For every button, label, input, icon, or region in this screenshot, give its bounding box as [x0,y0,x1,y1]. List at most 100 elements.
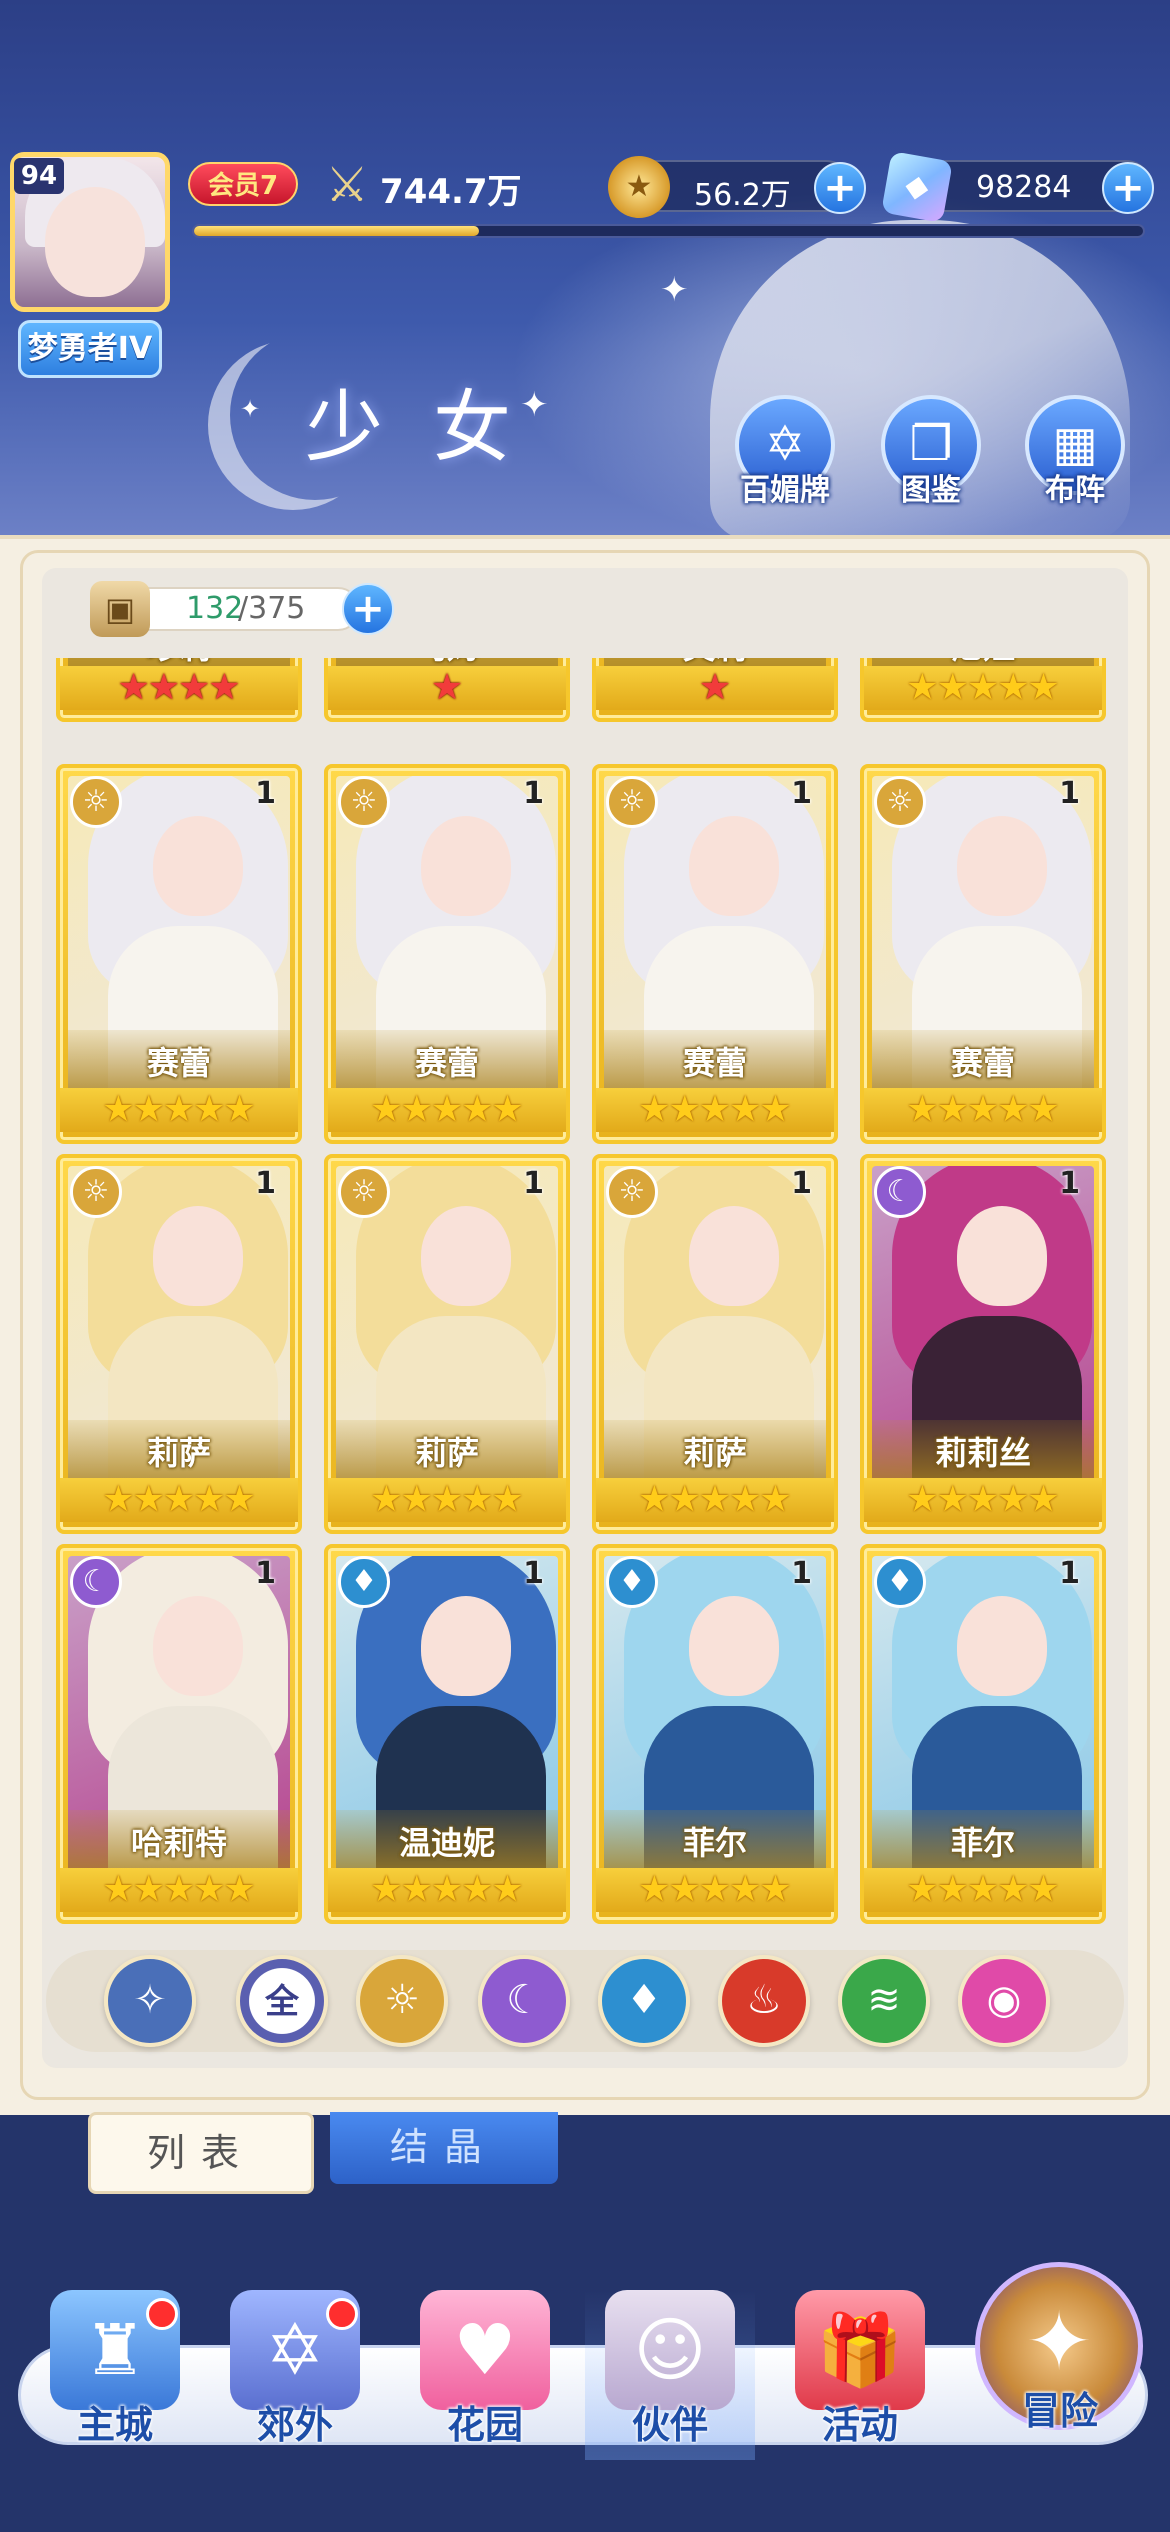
special-filter-filter-button[interactable]: ✧ [104,1955,196,2047]
dark-element-icon: ☾ [874,1166,926,1218]
card-stars: ★★★★★ [864,1088,1102,1132]
star-icon: ★ [193,1479,226,1520]
water-element-icon: ♦ [626,1977,662,2023]
character-card[interactable]: ☾ 1 哈莉特 ★★★★★ [56,1544,302,1924]
menu-card-deck-label: 百媚牌 [740,473,830,508]
menu-card-deck-button[interactable]: ✡ 百媚牌 [730,395,840,509]
nav-item-2[interactable]: ♥ 花园 [400,2290,570,2460]
add-gem-button[interactable]: + [1102,162,1154,214]
power-progress-fill [194,226,479,236]
character-card[interactable]: 尼娅★★★★★ [860,658,1106,722]
star-icon: ★ [638,1089,671,1130]
star-icon: ★ [162,1869,196,1910]
character-card[interactable]: ♦ 1 菲尔 ★★★★★ [860,1544,1106,1924]
star-icon: ★ [430,667,464,708]
card-stars: ★ [596,666,834,710]
water-element-icon: ♦ [874,1556,926,1608]
star-icon: ★ [906,1479,939,1520]
light-element-icon: ☼ [874,776,926,828]
star-icon: ★ [906,1869,939,1910]
card-count: 1 [255,1556,276,1591]
character-card[interactable]: 珍莉★★★★ [56,658,302,722]
star-icon: ★ [936,667,969,708]
character-card[interactable]: ☾ 1 莉莉丝 ★★★★★ [860,1154,1106,1534]
nav-item-3[interactable]: ☺ 伙伴 [585,2290,755,2460]
add-gold-button[interactable]: + [814,162,866,214]
character-card[interactable]: 芙莉★ [592,658,838,722]
card-name: 赛蕾 [414,1044,479,1082]
character-card[interactable]: ☼ 1 赛蕾 ★★★★★ [324,764,570,1144]
character-card[interactable]: 乌姆★ [324,658,570,722]
vip-badge[interactable]: 会员7 [188,162,298,206]
star-icon: ★ [936,1869,969,1910]
character-card[interactable]: ☼ 1 莉萨 ★★★★★ [56,1154,302,1534]
tab-list[interactable]: 列表 [88,2112,314,2194]
card-stars: ★★★★★ [328,1868,566,1912]
water-element-icon: ♦ [606,1556,658,1608]
tab-crystal[interactable]: 结晶 [330,2112,558,2184]
fire-element-filter-button[interactable]: ♨ [718,1955,810,2047]
star-icon: ★ [162,1089,196,1130]
star-icon: ★ [430,1869,464,1910]
all-filter-filter-button[interactable]: 全 [236,1955,328,2047]
nav-item-4[interactable]: 🎁 活动 [775,2290,945,2460]
star-icon: ★ [1027,1479,1060,1520]
character-card[interactable]: ☼ 1 莉萨 ★★★★★ [592,1154,838,1534]
wind-element-icon: ≋ [867,1977,901,2023]
wind-element-filter-button[interactable]: ≋ [838,1955,930,2047]
card-name: 赛蕾 [682,1044,747,1082]
card-stars: ★★★★★ [596,1868,834,1912]
gift-icon: 🎁 [795,2290,925,2410]
character-card[interactable]: ♦ 1 温迪妮 ★★★★★ [324,1544,570,1924]
card-stars: ★★★★★ [596,1478,834,1522]
menu-book-button[interactable]: ❐ 图鉴 [876,395,986,509]
star-icon: ★ [668,1089,701,1130]
star-icon: ★ [638,1869,671,1910]
star-icon: ★ [132,1479,165,1520]
character-face [957,1596,1047,1696]
nav-item-1[interactable]: ✡ 郊外 [210,2290,380,2460]
heart-element-filter-button[interactable]: ◉ [958,1955,1050,2047]
light-element-filter-button[interactable]: ☼ [356,1955,448,2047]
character-card[interactable]: ☼ 1 赛蕾 ★★★★★ [56,764,302,1144]
star-icon: ★ [698,1479,732,1520]
card-count: 1 [791,776,812,811]
card-stars: ★★★★★ [864,1478,1102,1522]
light-element-icon: ☼ [384,1977,420,2023]
all-filter-icon: 全 [265,1982,299,2022]
card-count: 1 [523,1166,544,1201]
star-icon: ★ [966,1089,1000,1130]
star-icon: ★ [759,1479,792,1520]
card-stars: ★★★★★ [864,1868,1102,1912]
character-card[interactable]: ♦ 1 菲尔 ★★★★★ [592,1544,838,1924]
gem-currency: ◆ 98284 + [881,151,1154,223]
character-face [421,1206,511,1306]
page-title: 少女 [305,383,562,473]
card-count: 1 [791,1556,812,1591]
card-stars: ★★★★★ [60,1478,298,1522]
avatar-face [45,187,145,297]
menu-formation-label: 布阵 [1045,473,1105,508]
star-icon: ★ [461,1089,494,1130]
card-name: 菲尔 [950,1824,1015,1862]
character-card-grid[interactable]: 珍莉★★★★乌姆★芙莉★尼娅★★★★★☼1赛蕾★★★★★☼1赛蕾★★★★★☼1赛… [56,658,1116,1933]
nav-item-0[interactable]: ♜ 主城 [30,2290,200,2460]
diamond-gem-icon: ◆ [881,151,953,223]
expand-capacity-button[interactable]: + [342,583,394,635]
character-card[interactable]: ☼ 1 赛蕾 ★★★★★ [592,764,838,1144]
star-icon: ★ [1027,1869,1060,1910]
character-card[interactable]: ☼ 1 莉萨 ★★★★★ [324,1154,570,1534]
dark-element-icon: ☾ [70,1556,122,1608]
card-stars: ★★★★★ [596,1088,834,1132]
dark-element-filter-button[interactable]: ☾ [478,1955,570,2047]
star-icon: ★ [997,1089,1030,1130]
star-icon: ★ [102,1089,135,1130]
star-icon: ★ [370,1869,403,1910]
sparkle-icon: ✦ [240,395,261,423]
water-element-filter-button[interactable]: ♦ [598,1955,690,2047]
character-card[interactable]: ☼ 1 赛蕾 ★★★★★ [860,764,1106,1144]
notification-dot [146,2298,178,2330]
menu-formation-button[interactable]: ▦ 布阵 [1020,395,1130,509]
star-icon: ★ [461,1479,494,1520]
character-face [689,816,779,916]
